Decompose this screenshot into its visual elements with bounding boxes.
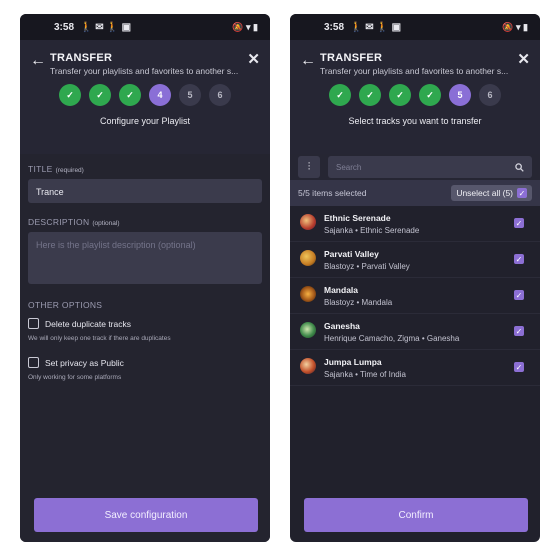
- playlist-config-form: TITLE (required) Trance DESCRIPTION (optio…: [20, 154, 270, 542]
- album-cover: [300, 214, 316, 230]
- status-time: 3:58: [324, 21, 345, 33]
- track-checkbox[interactable]: ✓: [514, 254, 524, 264]
- delete-duplicates-hint: We will only keep one track if there are…: [28, 335, 171, 342]
- track-title: Parvati Valley: [324, 249, 379, 259]
- title-required: (required): [55, 167, 84, 174]
- check-icon: ✓: [517, 188, 527, 198]
- stepper: ✓ ✓ ✓ 4 5 6: [20, 84, 270, 106]
- search-icon: [515, 162, 524, 172]
- track-title: Jumpa Lumpa: [324, 357, 382, 367]
- step-caption: Select tracks you want to transfer: [348, 116, 482, 126]
- step-caption: Configure your Playlist: [99, 116, 191, 126]
- step-4[interactable]: ✓: [419, 84, 441, 106]
- track-subtitle: Sajanka • Time of India: [324, 370, 406, 379]
- step-6: 6: [479, 84, 501, 106]
- page-title: TRANSFER: [320, 52, 383, 64]
- list-item[interactable]: Jumpa Lumpa Sajanka • Time of India ✓: [290, 350, 540, 386]
- delete-duplicates-label: Delete duplicate tracks: [45, 318, 131, 329]
- track-title: Ganesha: [324, 321, 360, 331]
- page-title: TRANSFER: [50, 52, 113, 64]
- step-2[interactable]: ✓: [89, 84, 111, 106]
- system-icons: 🔕 ▾ ▮: [232, 21, 258, 32]
- delete-duplicates-option[interactable]: Delete duplicate tracks: [28, 318, 131, 329]
- status-time: 3:58: [54, 21, 75, 33]
- transfer-header: ← TRANSFER Transfer your playlists and f…: [20, 40, 270, 154]
- public-privacy-checkbox[interactable]: [28, 357, 39, 368]
- stepper: ✓ ✓ ✓ ✓ 5 6: [290, 84, 540, 106]
- step-3[interactable]: ✓: [389, 84, 411, 106]
- notification-icons: 🚶 ✉ 🚶 ▣: [80, 21, 132, 33]
- track-checkbox[interactable]: ✓: [514, 290, 524, 300]
- back-arrow-icon[interactable]: ←: [300, 52, 316, 70]
- album-cover: [300, 322, 316, 338]
- track-title: Ethnic Serenade: [324, 213, 391, 223]
- track-checkbox[interactable]: ✓: [514, 218, 524, 228]
- notification-icons: 🚶 ✉ 🚶 ▣: [350, 21, 402, 33]
- track-subtitle: Henrique Camacho, Zigma • Ganesha: [324, 334, 460, 343]
- page-subtitle: Transfer your playlists and favorites to…: [320, 66, 509, 76]
- configure-playlist-screen: 3:58 🚶 ✉ 🚶 ▣ 🔕 ▾ ▮ ← TRANSFER Transfer y…: [20, 14, 270, 542]
- track-subtitle: Blastoyz • Mandala: [324, 298, 393, 307]
- album-cover: [300, 286, 316, 302]
- close-icon[interactable]: ✕: [247, 50, 260, 68]
- close-icon[interactable]: ✕: [517, 50, 530, 68]
- list-item[interactable]: Mandala Blastoyz • Mandala ✓: [290, 278, 540, 314]
- search-toolbar: ⫶ Search: [290, 154, 540, 180]
- track-subtitle: Blastoyz • Parvati Valley: [324, 262, 410, 271]
- list-item[interactable]: Parvati Valley Blastoyz • Parvati Valley…: [290, 242, 540, 278]
- public-privacy-hint: Only working for some platforms: [28, 374, 122, 381]
- delete-duplicates-checkbox[interactable]: [28, 318, 39, 329]
- description-label: DESCRIPTION (optional): [28, 217, 120, 227]
- step-5: 5: [179, 84, 201, 106]
- unselect-all-label: Unselect all (5): [456, 188, 513, 198]
- selection-bar: 5/5 items selected Unselect all (5) ✓: [290, 180, 540, 206]
- save-configuration-button[interactable]: Save configuration: [34, 498, 258, 532]
- other-options-label: OTHER OPTIONS: [28, 300, 103, 310]
- unselect-all-button[interactable]: Unselect all (5) ✓: [451, 185, 532, 201]
- step-2[interactable]: ✓: [359, 84, 381, 106]
- public-privacy-label: Set privacy as Public: [45, 357, 124, 368]
- search-placeholder: Search: [336, 162, 362, 172]
- system-icons: 🔕 ▾ ▮: [502, 21, 528, 32]
- confirm-button[interactable]: Confirm: [304, 498, 528, 532]
- track-list: Ethnic Serenade Sajanka • Ethnic Serenad…: [290, 206, 540, 386]
- list-item[interactable]: Ethnic Serenade Sajanka • Ethnic Serenad…: [290, 206, 540, 242]
- back-arrow-icon[interactable]: ←: [30, 52, 46, 70]
- title-label: TITLE (required): [28, 164, 84, 174]
- public-privacy-option[interactable]: Set privacy as Public: [28, 357, 124, 368]
- status-bar: 3:58 🚶 ✉ 🚶 ▣ 🔕 ▾ ▮: [290, 14, 540, 40]
- step-1[interactable]: ✓: [329, 84, 351, 106]
- sliders-icon[interactable]: ⫶: [298, 156, 320, 178]
- step-5[interactable]: 5: [449, 84, 471, 106]
- step-1[interactable]: ✓: [59, 84, 81, 106]
- album-cover: [300, 250, 316, 266]
- track-title: Mandala: [324, 285, 359, 295]
- status-bar: 3:58 🚶 ✉ 🚶 ▣ 🔕 ▾ ▮: [20, 14, 270, 40]
- step-3[interactable]: ✓: [119, 84, 141, 106]
- select-tracks-screen: 3:58 🚶 ✉ 🚶 ▣ 🔕 ▾ ▮ ← TRANSFER Transfer y…: [290, 14, 540, 542]
- album-cover: [300, 358, 316, 374]
- track-checkbox[interactable]: ✓: [514, 362, 524, 372]
- selection-count: 5/5 items selected: [298, 188, 367, 198]
- page-subtitle: Transfer your playlists and favorites to…: [50, 66, 239, 76]
- description-input[interactable]: Here is the playlist description (option…: [28, 232, 262, 284]
- list-item[interactable]: Ganesha Henrique Camacho, Zigma • Ganesh…: [290, 314, 540, 350]
- step-6: 6: [209, 84, 231, 106]
- track-checkbox[interactable]: ✓: [514, 326, 524, 336]
- search-input[interactable]: Search: [328, 156, 532, 178]
- step-4[interactable]: 4: [149, 84, 171, 106]
- transfer-header: ← TRANSFER Transfer your playlists and f…: [290, 40, 540, 154]
- track-subtitle: Sajanka • Ethnic Serenade: [324, 226, 420, 235]
- title-input[interactable]: Trance: [28, 179, 262, 203]
- description-optional: (optional): [92, 220, 120, 227]
